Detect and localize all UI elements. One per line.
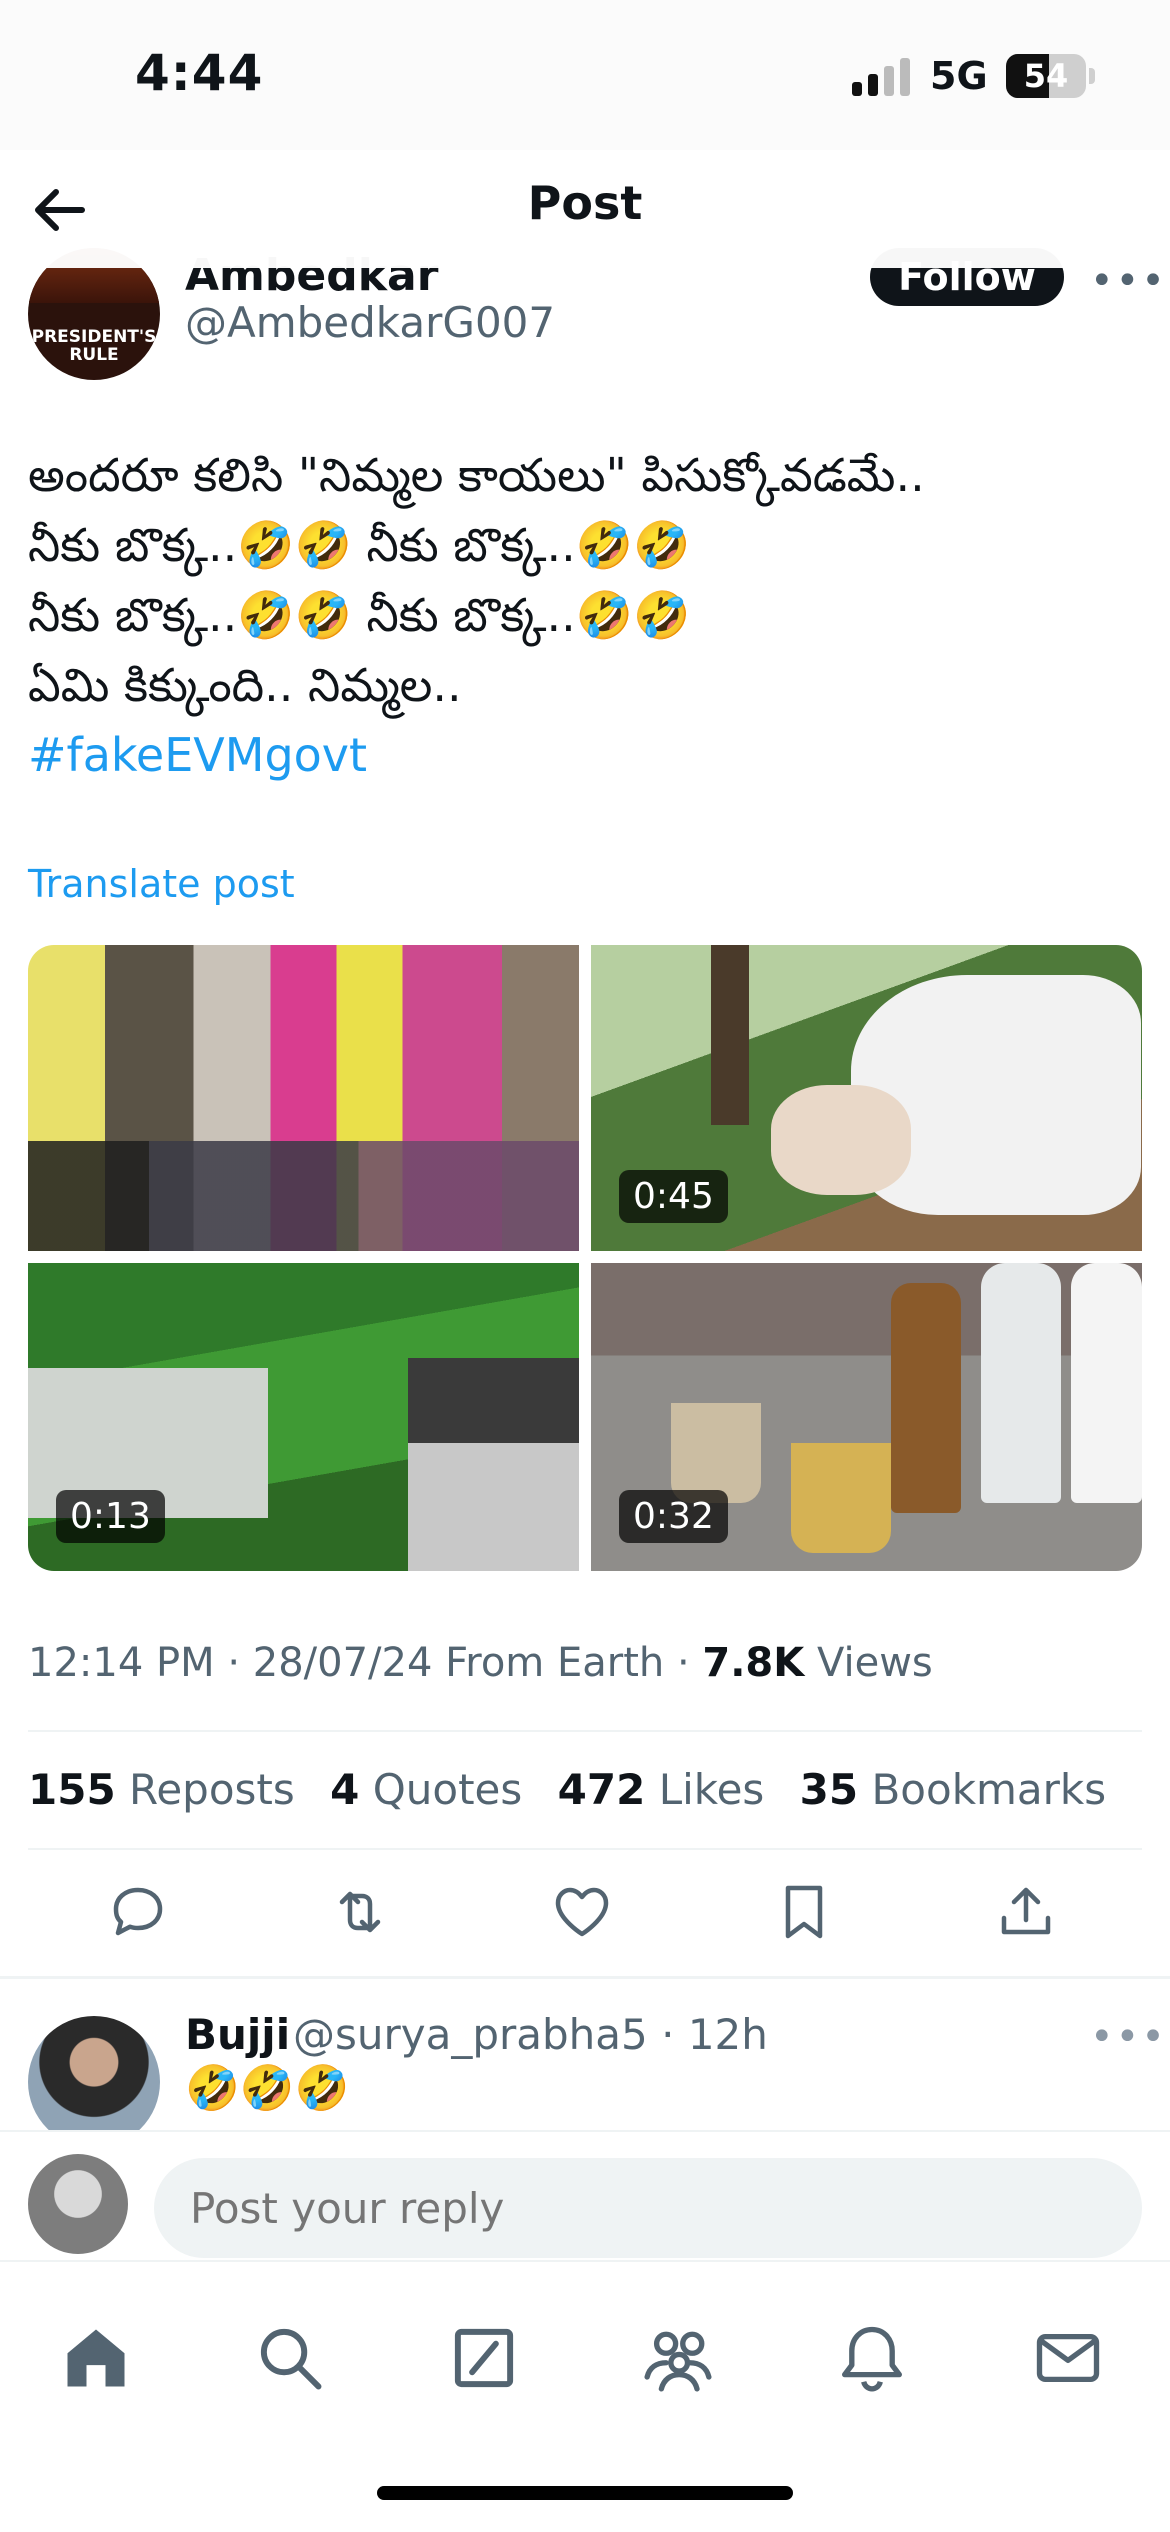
post-line: ఏమి కిక్కుంది.. నిమ్మల.. xyxy=(28,658,462,712)
battery-icon: 54 xyxy=(1006,54,1086,98)
grok-icon[interactable] xyxy=(446,2320,526,2400)
reply-author-name[interactable]: Bujji xyxy=(185,2010,290,2059)
home-icon[interactable] xyxy=(58,2320,138,2400)
reply-text: 🤣🤣🤣 xyxy=(185,2063,350,2114)
video-duration: 0:45 xyxy=(619,1170,728,1223)
stat-reposts[interactable]: 155 Reposts xyxy=(28,1765,295,1814)
avatar-caption: PRESIDENT'S RULE xyxy=(31,327,157,365)
post-source: From Earth xyxy=(445,1640,665,1686)
reply-time: 12h xyxy=(687,2010,768,2059)
views-label: Views xyxy=(816,1640,933,1686)
action-bar xyxy=(0,1880,1170,1950)
media-crowd-video[interactable] xyxy=(28,945,579,1251)
communities-icon[interactable] xyxy=(640,2320,720,2400)
notifications-icon[interactable] xyxy=(834,2320,914,2400)
post-line: నీకు బొక్క..🤣🤣 నీకు బొక్క..🤣🤣 xyxy=(28,588,691,642)
divider xyxy=(28,1848,1142,1850)
reply-handle: @surya_prabha5 xyxy=(293,2010,648,2059)
reply-item[interactable]: Bujji @surya_prabha5 · 12h 🤣🤣🤣 ••• xyxy=(0,1990,1170,2130)
reply-author-meta: @surya_prabha5 · 12h xyxy=(293,2010,768,2059)
reply-input[interactable] xyxy=(154,2158,1142,2258)
post-line: అందరూ కలిసి "నిమ్మల కాయలు" పిసుక్కోవడమే.… xyxy=(28,448,925,502)
search-icon[interactable] xyxy=(252,2320,332,2400)
like-icon[interactable] xyxy=(550,1880,620,1950)
page-title: Post xyxy=(527,176,643,230)
post-stats: 155 Reposts 4 Quotes 472 Likes 35 Bookma… xyxy=(28,1765,1128,1814)
post-body: అందరూ కలిసి "నిమ్మల కాయలు" పిసుక్కోవడమే.… xyxy=(28,440,1138,790)
post-date: 28/07/24 xyxy=(252,1640,433,1686)
divider xyxy=(28,1730,1142,1732)
battery-level: 54 xyxy=(1023,57,1069,95)
translate-post-link[interactable]: Translate post xyxy=(28,862,295,906)
share-icon[interactable] xyxy=(994,1880,1064,1950)
reply-icon[interactable] xyxy=(106,1880,176,1950)
post-header: Post xyxy=(0,150,1170,268)
media-grid: 0:45 0:13 0:32 xyxy=(28,945,1142,1571)
video-duration: 0:13 xyxy=(56,1490,165,1543)
divider xyxy=(0,1976,1170,1979)
battery-tip xyxy=(1089,68,1095,84)
stat-quotes[interactable]: 4 Quotes xyxy=(330,1765,522,1814)
network-type: 5G xyxy=(930,54,988,98)
media-graves-video[interactable]: 0:13 xyxy=(28,1263,579,1571)
views-count: 7.8K xyxy=(702,1640,805,1686)
cell-signal-icon xyxy=(852,58,912,96)
messages-icon[interactable] xyxy=(1030,2320,1110,2400)
user-avatar[interactable] xyxy=(28,2154,128,2254)
media-drinks-video[interactable]: 0:32 xyxy=(591,1263,1142,1571)
reply-avatar[interactable] xyxy=(28,2016,160,2130)
hashtag-link[interactable]: #fakeEVMgovt xyxy=(28,720,1138,790)
post-meta: 12:14 PM · 28/07/24 From Earth · 7.8K Vi… xyxy=(28,1640,933,1686)
status-time: 4:44 xyxy=(135,44,264,102)
post-line: నీకు బొక్క..🤣🤣 నీకు బొక్క..🤣🤣 xyxy=(28,518,691,572)
video-duration: 0:32 xyxy=(619,1490,728,1543)
status-bar: 4:44 5G 54 xyxy=(0,0,1170,150)
stat-likes[interactable]: 472 Likes xyxy=(558,1765,765,1814)
post-time: 12:14 PM xyxy=(28,1640,215,1686)
repost-icon[interactable] xyxy=(328,1880,398,1950)
author-handle[interactable]: @AmbedkarG007 xyxy=(185,298,555,347)
home-indicator[interactable] xyxy=(377,2486,793,2500)
reply-composer xyxy=(0,2130,1170,2260)
stat-bookmarks[interactable]: 35 Bookmarks xyxy=(800,1765,1106,1814)
bookmark-icon[interactable] xyxy=(772,1880,842,1950)
media-cow-calf-video[interactable]: 0:45 xyxy=(591,945,1142,1251)
reply-more-icon[interactable]: ••• xyxy=(1090,2014,1167,2060)
